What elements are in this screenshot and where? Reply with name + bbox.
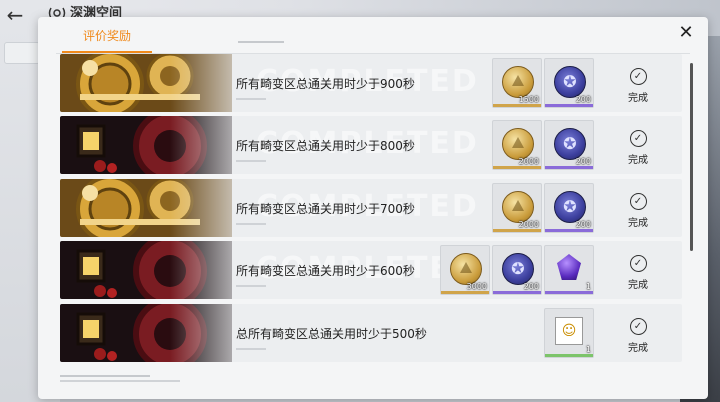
- reward-condition-text: 所有畸变区总通关用时少于600秒: [236, 264, 415, 278]
- reward-quantity: 1500: [518, 95, 539, 104]
- rating-rewards-modal: 评价奖励 ✕ COMPLETED 所有畸变区总通关用时少于900秒 1500 ✪ 200…: [38, 17, 708, 399]
- reward-row: COMPLETED 所有畸变区总通关用时少于700秒 2000 ✪ 200 ✓ 完成: [60, 179, 682, 237]
- reward-quantity: 3000: [466, 282, 487, 291]
- reward-condition-text: 总所有畸变区总通关用时少于500秒: [236, 327, 427, 341]
- header-caption-line: [238, 41, 284, 43]
- reward-purple-gem[interactable]: 1: [544, 245, 594, 295]
- rarity-bar: [545, 104, 593, 107]
- reward-gold-coin[interactable]: 3000: [440, 245, 490, 295]
- gold-coin-icon: [502, 128, 534, 160]
- reward-gold-coin[interactable]: 1500: [492, 58, 542, 108]
- rarity-bar: [545, 291, 593, 294]
- purple-gem-icon: [557, 254, 581, 280]
- footer-caption-line-2: [60, 380, 180, 382]
- check-circle-icon: ✓: [629, 130, 647, 147]
- rarity-bar: [493, 229, 541, 232]
- reward-row: COMPLETED 所有畸变区总通关用时少于600秒 3000 ✪ 200 1 ✓ 完成: [60, 241, 682, 299]
- rarity-bar: [493, 104, 541, 107]
- reward-smiley-chip[interactable]: ☺ 1: [544, 308, 594, 358]
- status-label: 完成: [628, 93, 648, 104]
- status-label: 完成: [628, 155, 648, 166]
- gold-coin-icon: [450, 253, 482, 285]
- reward-quantity: 200: [575, 157, 591, 166]
- status-label: 完成: [628, 343, 648, 354]
- status-completed: ✓ 完成: [618, 68, 658, 104]
- reward-quantity: 1: [585, 282, 591, 291]
- reward-condition-text: 所有畸变区总通关用时少于900秒: [236, 77, 415, 91]
- condition-caption-line: [236, 348, 266, 350]
- reward-star-medal[interactable]: ✪ 200: [544, 183, 594, 233]
- condition-caption-line: [236, 160, 266, 162]
- rarity-bar: [545, 354, 593, 357]
- tab-rating-rewards[interactable]: 评价奖励: [62, 25, 152, 53]
- star-medal-icon: ✪: [502, 253, 534, 285]
- reward-row: 总所有畸变区总通关用时少于500秒 ☺ 1 ✓ 完成: [60, 304, 682, 362]
- reward-condition-text: 所有畸变区总通关用时少于700秒: [236, 202, 415, 216]
- smiley-chip-icon: ☺: [555, 317, 583, 345]
- back-button[interactable]: ←: [4, 4, 26, 26]
- reward-quantity: 2000: [518, 220, 539, 229]
- gold-coin-icon: [502, 66, 534, 98]
- reward-star-medal[interactable]: ✪ 200: [544, 58, 594, 108]
- condition-caption-line: [236, 98, 266, 100]
- status-label: 完成: [628, 280, 648, 291]
- reward-gold-coin[interactable]: 2000: [492, 183, 542, 233]
- star-medal-icon: ✪: [554, 128, 586, 160]
- rarity-bar: [493, 166, 541, 169]
- star-medal-icon: ✪: [554, 191, 586, 223]
- check-circle-icon: ✓: [629, 68, 647, 85]
- reward-condition-text: 所有畸变区总通关用时少于800秒: [236, 139, 415, 153]
- check-circle-icon: ✓: [629, 318, 647, 335]
- background-tab: [4, 42, 40, 64]
- condition-caption-line: [236, 223, 266, 225]
- reward-quantity: 1: [585, 345, 591, 354]
- status-label: 完成: [628, 218, 648, 229]
- reward-quantity: 200: [575, 220, 591, 229]
- gold-coin-icon: [502, 191, 534, 223]
- reward-quantity: 2000: [518, 157, 539, 166]
- condition-caption-line: [236, 285, 266, 287]
- rarity-bar: [441, 291, 489, 294]
- rarity-bar: [545, 166, 593, 169]
- reward-quantity: 200: [523, 282, 539, 291]
- status-completed: ✓ 完成: [618, 255, 658, 291]
- reward-row: COMPLETED 所有畸变区总通关用时少于900秒 1500 ✪ 200 ✓ 完成: [60, 54, 682, 112]
- check-circle-icon: ✓: [629, 255, 647, 272]
- reward-row: COMPLETED 所有畸变区总通关用时少于800秒 2000 ✪ 200 ✓ 完成: [60, 116, 682, 174]
- status-completed: ✓ 完成: [618, 193, 658, 229]
- reward-star-medal[interactable]: ✪ 200: [544, 120, 594, 170]
- reward-quantity: 200: [575, 95, 591, 104]
- reward-star-medal[interactable]: ✪ 200: [492, 245, 542, 295]
- scrollbar[interactable]: [690, 63, 693, 251]
- close-button[interactable]: ✕: [676, 23, 696, 43]
- star-medal-icon: ✪: [554, 66, 586, 98]
- check-circle-icon: ✓: [629, 193, 647, 210]
- status-completed: ✓ 完成: [618, 318, 658, 354]
- rarity-bar: [545, 229, 593, 232]
- reward-gold-coin[interactable]: 2000: [492, 120, 542, 170]
- rarity-bar: [493, 291, 541, 294]
- footer-caption-line: [60, 375, 150, 377]
- status-completed: ✓ 完成: [618, 130, 658, 166]
